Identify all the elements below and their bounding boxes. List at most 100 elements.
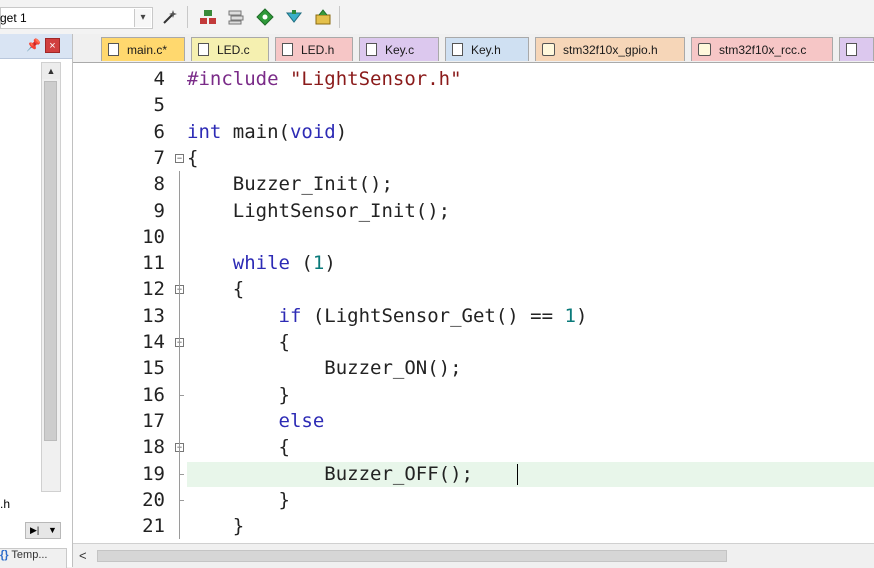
code-token: ( [289,252,313,275]
tab-overflow[interactable] [839,37,874,61]
line-number: 8 [153,173,165,196]
tab-key-h[interactable]: Key.h [445,37,529,61]
code-line[interactable]: Buzzer_OFF(); [187,461,473,487]
code-line[interactable]: } [187,513,244,539]
pack-installer-icon[interactable] [313,7,333,27]
document-icon [846,43,857,56]
code-token: { [187,436,290,459]
tab-label: main.c* [127,42,168,57]
code-line[interactable]: Buzzer_ON(); [187,355,462,381]
config-file-icon [542,43,555,56]
code-line[interactable]: { [187,434,290,460]
scroll-right-icon[interactable]: ▶| [30,523,39,538]
toolbar-separator [187,6,188,28]
line-number: 14 [142,331,165,353]
download-icon[interactable] [284,7,304,27]
tab-main-c[interactable]: main.c* [101,37,185,61]
line-number: 13 [142,304,165,327]
project-panel-scrollbar[interactable]: ▲ [41,62,61,492]
green-diamond-icon[interactable] [255,7,275,27]
stack-icon[interactable] [226,7,246,27]
code-line[interactable]: if (LightSensor_Get() == 1) [187,303,588,329]
code-token: Buzzer_ON(); [187,357,462,380]
line-number: 4 [153,68,165,90]
toolbar-separator [339,6,340,28]
templates-tab[interactable]: {} Temp... [0,548,67,568]
line-number: 15 [142,357,165,380]
code-line[interactable]: } [187,382,290,408]
project-panel-header: 📌 × [0,34,72,59]
code-line[interactable]: LightSensor_Init(); [187,198,450,224]
code-token: { [187,146,199,169]
target-select[interactable]: get 1 ▾ [0,7,153,29]
editor-horizontal-scrollbar[interactable]: < [73,543,874,568]
document-icon [282,43,293,56]
tab-key-c[interactable]: Key.c [359,37,439,61]
code-token: { [187,331,290,353]
code-token: } [187,488,290,511]
line-number: 11 [142,252,165,275]
code-editor[interactable]: 4 #include "LightSensor.h" 5 6 int main(void… [73,63,874,543]
code-token: while [232,252,290,275]
code-line[interactable]: { [187,276,244,302]
line-number: 12 [142,278,165,301]
document-icon [108,43,119,56]
tab-label: stm32f10x_rcc.c [719,42,807,57]
pin-icon[interactable]: 📌 [26,38,41,52]
code-line[interactable]: while (1) [187,250,336,276]
line-number: 10 [142,225,165,248]
code-line[interactable]: else [187,408,325,434]
tab-led-h[interactable]: LED.h [275,37,353,61]
tab-label: Key.c [385,42,415,57]
tab-label: stm32f10x_gpio.h [563,42,658,57]
scroll-left-icon[interactable]: < [79,548,87,563]
tab-stm32f10x-gpio-h[interactable]: stm32f10x_gpio.h [535,37,685,61]
project-panel-hscroll[interactable]: ▶| ▼ [25,522,61,539]
close-icon[interactable]: × [45,38,60,53]
code-token: { [187,278,245,301]
code-line[interactable]: } [187,487,290,513]
scroll-thumb[interactable] [97,550,727,562]
code-line[interactable]: #include "LightSensor.h" [187,66,462,92]
target-select-value: get 1 [0,11,27,25]
fold-guide-line [179,171,180,303]
project-file-item[interactable]: .h [0,497,10,511]
code-line[interactable]: int main(void) [187,119,347,145]
code-line[interactable]: Buzzer_Init(); [187,171,393,197]
code-line[interactable]: { [187,329,290,355]
fold-toggle-icon[interactable]: − [175,153,184,163]
line-number: 7 [153,146,165,169]
tab-label: LED.c [217,42,250,57]
code-token: (LightSensor_Get() == [301,304,565,327]
tab-led-c[interactable]: LED.c [191,37,269,61]
code-token: "LightSensor.h" [289,68,462,90]
code-token: Buzzer_Init(); [187,173,393,196]
code-token: void [289,120,336,143]
scroll-down-icon[interactable]: ▼ [48,523,57,538]
line-number: 5 [153,94,165,117]
tab-label: LED.h [301,42,335,57]
code-token: 1 [564,304,576,327]
options-wand-icon[interactable] [160,7,180,27]
line-number: 16 [142,383,165,406]
manage-components-icon[interactable] [198,7,218,27]
code-line[interactable]: { [187,145,198,171]
code-token: ) [575,304,588,327]
document-icon [452,43,463,56]
config-file-icon [698,43,711,56]
line-number: 20 [142,488,165,511]
code-token: } [187,515,245,538]
code-token: #include [187,68,290,90]
project-panel: 📌 × ▲ .h ▶| ▼ {} Temp... [0,34,73,568]
code-token: } [187,383,290,406]
line-number: 6 [153,120,165,143]
tab-stm32f10x-rcc-c[interactable]: stm32f10x_rcc.c [691,37,833,61]
scroll-thumb[interactable] [44,81,57,441]
text-cursor [517,464,518,485]
line-number: 19 [142,462,165,485]
dropdown-icon[interactable]: ▾ [134,9,151,27]
scroll-up-icon[interactable]: ▲ [42,63,60,79]
